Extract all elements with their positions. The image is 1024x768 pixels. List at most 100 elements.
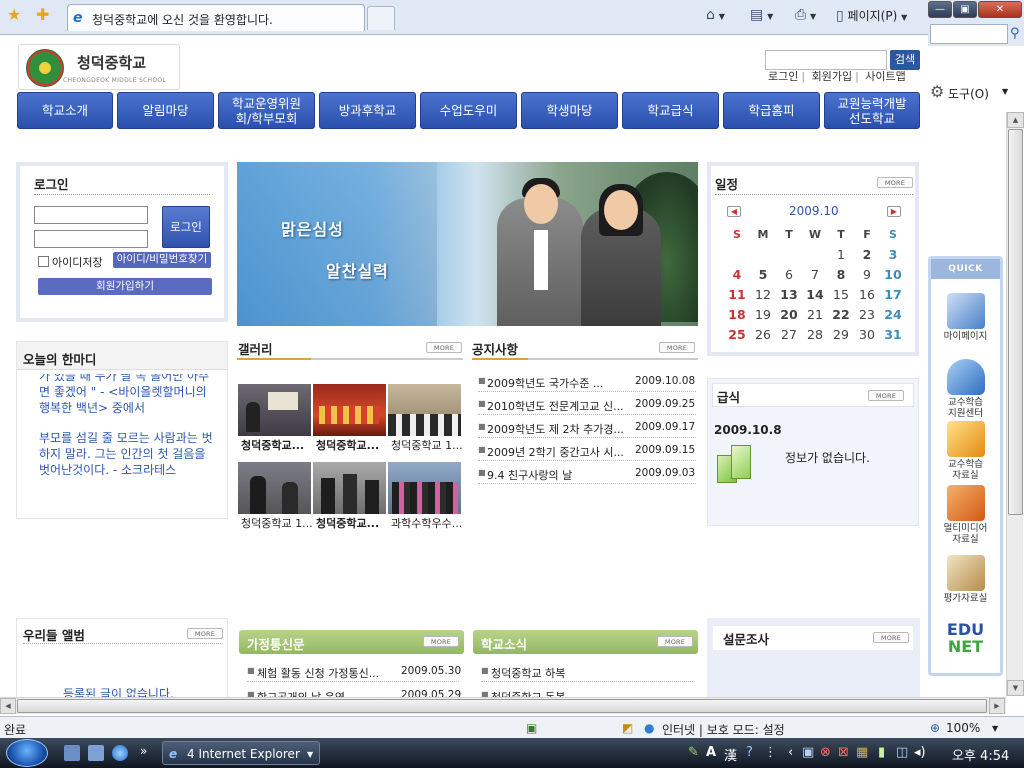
nav-school-intro[interactable]: 학교소개 xyxy=(17,92,113,129)
next-month-button[interactable]: ▶ xyxy=(887,206,901,217)
calendar-day[interactable]: 23 xyxy=(857,307,877,322)
gallery-caption-5[interactable]: 청덕중학교... xyxy=(316,515,390,531)
schedule-more-button[interactable]: MORE xyxy=(877,177,913,188)
calendar-day[interactable]: 22 xyxy=(831,307,851,322)
nav-student-yard[interactable]: 학생마당 xyxy=(521,92,618,129)
calendar-day[interactable]: 15 xyxy=(831,287,851,302)
notice-row-title[interactable]: 2009학년도 국가수준 ... xyxy=(487,375,625,391)
nav-teacher-development[interactable]: 교원능력개발 선도학교 xyxy=(824,92,920,129)
calendar-day[interactable]: 4 xyxy=(727,267,747,282)
notice-row[interactable]: ■ 2009년 2학기 중간고사 시... 2009.09.15 xyxy=(478,441,696,461)
feeds-button[interactable]: ▤ ▼ xyxy=(750,7,773,23)
calendar-day[interactable]: 10 xyxy=(883,267,903,282)
calendar-day[interactable]: 31 xyxy=(883,327,903,342)
school-news-row[interactable]: ■ 청덕중학교 하복 xyxy=(481,662,693,682)
new-tab-button[interactable] xyxy=(367,6,395,30)
album-more-button[interactable]: MORE xyxy=(187,628,223,639)
tray-app-icon-4[interactable]: ▦ xyxy=(856,745,868,760)
nav-school-meal[interactable]: 학교급식 xyxy=(622,92,719,129)
password-input[interactable] xyxy=(34,230,148,248)
sitemap-link[interactable]: 사이트맵 xyxy=(865,70,905,83)
calendar-day[interactable]: 14 xyxy=(805,287,825,302)
notice-row-title[interactable]: 2009학년도 제 2차 추가경... xyxy=(487,421,625,437)
quick-mypage[interactable]: 마이페이지 xyxy=(931,293,1000,342)
calendar-day[interactable]: 19 xyxy=(753,307,773,322)
ie-quicklaunch-icon[interactable] xyxy=(112,745,128,761)
calendar-day[interactable]: 13 xyxy=(779,287,799,302)
scroll-right-arrow[interactable]: ▶ xyxy=(989,698,1005,714)
calendar-day[interactable]: 29 xyxy=(831,327,851,342)
calendar-day[interactable]: 20 xyxy=(779,307,799,322)
calendar-day[interactable]: 16 xyxy=(857,287,877,302)
calendar-day[interactable]: 7 xyxy=(805,267,825,282)
ime-hanja-icon[interactable]: 漢 xyxy=(724,745,737,764)
horizontal-scrollbar[interactable]: ◀ ▶ xyxy=(0,697,1006,714)
scroll-down-arrow[interactable]: ▼ xyxy=(1007,680,1024,696)
gallery-caption-6[interactable]: 과학수학우수... xyxy=(391,515,465,531)
calendar-day[interactable]: 9 xyxy=(857,267,877,282)
scroll-up-arrow[interactable]: ▲ xyxy=(1007,112,1024,128)
volume-icon[interactable]: ◂) xyxy=(914,745,926,760)
home-news-row[interactable]: ■ 체험 활동 신청 가정통신... 2009.05.30 xyxy=(247,662,461,682)
maximize-button[interactable]: ▣ xyxy=(953,1,977,18)
home-news-more-button[interactable]: MORE xyxy=(423,636,459,647)
search-icon[interactable]: ⚲ xyxy=(1010,26,1020,41)
gallery-thumb-1[interactable] xyxy=(238,384,311,436)
meal-more-button[interactable]: MORE xyxy=(868,390,904,401)
school-news-more-button[interactable]: MORE xyxy=(657,636,693,647)
browser-search-input[interactable] xyxy=(930,24,1008,44)
network-icon[interactable]: ◫ xyxy=(896,745,908,760)
calendar-day[interactable]: 3 xyxy=(883,247,903,262)
notice-row-title[interactable]: 9.4 친구사랑의 날 xyxy=(487,467,625,483)
zoom-dropdown-icon[interactable]: ▼ xyxy=(992,724,998,733)
save-id-checkbox[interactable]: 아이디저장 xyxy=(38,254,103,270)
taskbar-ie-button[interactable]: e 4 Internet Explorer ▼ xyxy=(162,741,320,765)
minimize-button[interactable]: — xyxy=(928,1,952,18)
calendar-day[interactable]: 6 xyxy=(779,267,799,282)
notice-row-title[interactable]: 2009년 2학기 중간고사 시... xyxy=(487,444,625,460)
tray-app-icon-1[interactable]: ▣ xyxy=(802,745,814,760)
show-desktop-icon[interactable] xyxy=(64,745,80,761)
calendar-day[interactable]: 27 xyxy=(779,327,799,342)
nav-after-school[interactable]: 방과후학교 xyxy=(319,92,416,129)
gallery-thumb-3[interactable] xyxy=(388,384,461,436)
nav-school-committee[interactable]: 학교운영위원 회/학부모회 xyxy=(218,92,315,129)
calendar-day[interactable]: 12 xyxy=(753,287,773,302)
calendar-day[interactable]: 5 xyxy=(753,267,773,282)
browser-tab-active[interactable]: e 청덕중학교에 오신 것을 환영합니다. xyxy=(67,4,365,31)
add-favorites-icon[interactable]: ✚ xyxy=(36,6,49,24)
notice-row[interactable]: ■ 2010학년도 전문계고교 신... 2009.09.25 xyxy=(478,395,696,415)
home-button[interactable]: ⌂ ▼ xyxy=(706,7,725,23)
calendar-day[interactable]: 21 xyxy=(805,307,825,322)
prev-month-button[interactable]: ◀ xyxy=(727,206,741,217)
tray-app-icon-3[interactable]: ⊠ xyxy=(838,745,849,760)
gallery-caption-3[interactable]: 청덕중학교 1... xyxy=(391,437,465,453)
home-news-row-title[interactable]: 학교공개의 날 운영 xyxy=(257,689,387,697)
ime-a-icon[interactable]: A xyxy=(706,745,716,760)
login-button[interactable]: 로그인 xyxy=(162,206,210,248)
favorites-star-icon[interactable]: ★ xyxy=(7,6,21,24)
user-id-input[interactable] xyxy=(34,206,148,224)
gallery-thumb-5[interactable] xyxy=(313,462,386,514)
tray-options-icon[interactable]: ⋮ xyxy=(764,745,777,760)
gallery-thumb-4[interactable] xyxy=(238,462,311,514)
calendar-day[interactable]: 26 xyxy=(753,327,773,342)
calendar-day[interactable]: 11 xyxy=(727,287,747,302)
tray-app-icon-5[interactable]: ▮ xyxy=(878,745,885,760)
nav-class-homepage[interactable]: 학급홈피 xyxy=(723,92,820,129)
join-button[interactable]: 회원가입하기 xyxy=(38,278,212,295)
notice-row-title[interactable]: 2010학년도 전문계고교 신... xyxy=(487,398,625,414)
checkbox-box[interactable] xyxy=(38,256,49,267)
zoom-level[interactable]: 100% xyxy=(946,721,980,735)
nav-class-helper[interactable]: 수업도우미 xyxy=(420,92,517,129)
find-account-button[interactable]: 아이디/비밀번호찾기 xyxy=(113,252,211,268)
help-icon[interactable]: ? xyxy=(746,745,753,760)
join-link[interactable]: 회원가입 xyxy=(812,70,852,83)
gallery-thumb-2[interactable] xyxy=(313,384,386,436)
calendar-day[interactable]: 25 xyxy=(727,327,747,342)
notice-row[interactable]: ■ 2009학년도 제 2차 추가경... 2009.09.17 xyxy=(478,418,696,438)
switch-windows-icon[interactable] xyxy=(88,745,104,761)
calendar-day[interactable]: 8 xyxy=(831,267,851,282)
site-search-button[interactable]: 검색 xyxy=(890,50,920,70)
vertical-scroll-thumb[interactable] xyxy=(1008,129,1023,515)
